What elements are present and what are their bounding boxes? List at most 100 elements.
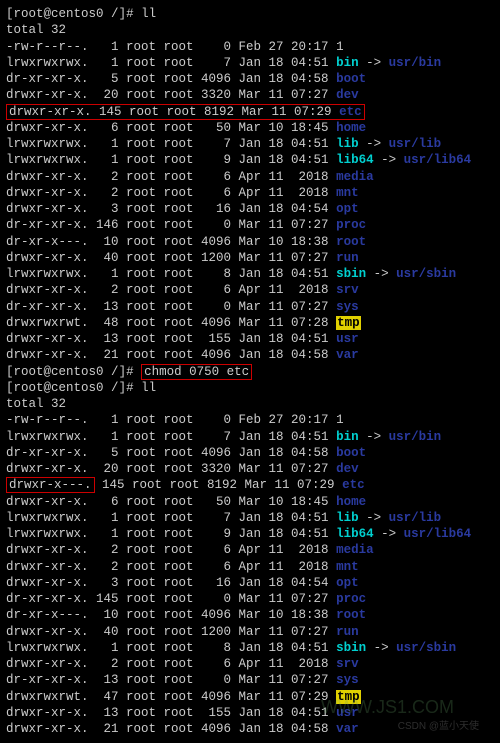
ls-row: drwxr-xr-x. 21 root root 4096 Jan 18 04:… <box>6 347 494 363</box>
filename: srv <box>336 657 359 671</box>
filename: lib64 <box>336 153 374 167</box>
perm: lrwxrwxrwx. <box>6 527 89 541</box>
meta: 1 root root 9 Jan 18 04:51 <box>89 527 337 541</box>
ls-row: dr-xr-x---. 10 root root 4096 Mar 10 18:… <box>6 234 494 250</box>
ls-row: drwxr-xr-x. 20 root root 3320 Mar 11 07:… <box>6 461 494 477</box>
ls-row: drwxr-xr-x. 20 root root 3320 Mar 11 07:… <box>6 87 494 103</box>
filename: var <box>336 348 359 362</box>
perm: drwxr-xr-x. <box>6 722 89 736</box>
ls-row: lrwxrwxrwx. 1 root root 8 Jan 18 04:51 s… <box>6 640 494 656</box>
meta: 1 root root 7 Jan 18 04:51 <box>89 137 337 151</box>
ls-row: drwxr-xr-x. 13 root root 155 Jan 18 04:5… <box>6 705 494 721</box>
perm: dr-xr-x---. <box>6 235 89 249</box>
ls-row: drwxr-xr-x. 2 root root 6 Apr 11 2018 mn… <box>6 185 494 201</box>
perm: drwxr-xr-x. <box>6 170 89 184</box>
filename: root <box>336 608 366 622</box>
ls-row: drwxr-xr-x. 2 root root 6 Apr 11 2018 mn… <box>6 559 494 575</box>
user-host: root@centos0 <box>14 7 104 21</box>
prompt-line-3: [root@centos0 /]# ll <box>6 380 494 396</box>
filename: dev <box>336 88 359 102</box>
ls-row: lrwxrwxrwx. 1 root root 9 Jan 18 04:51 l… <box>6 152 494 168</box>
ls-row: dr-xr-xr-x. 5 root root 4096 Jan 18 04:5… <box>6 71 494 87</box>
perm: drwxr-xr-x. <box>6 625 89 639</box>
filename: sys <box>336 300 359 314</box>
filename: lib64 <box>336 527 374 541</box>
arrow: -> <box>366 641 396 655</box>
filename: tmp <box>336 316 361 330</box>
link-target: usr/sbin <box>396 641 456 655</box>
meta: 6 root root 50 Mar 10 18:45 <box>89 495 337 509</box>
command-ll-2: ll <box>141 381 156 395</box>
ls-row: drwxr-xr-x. 2 root root 6 Apr 11 2018 sr… <box>6 656 494 672</box>
ls-row: drwxr-xr-x. 6 root root 50 Mar 10 18:45 … <box>6 494 494 510</box>
filename: proc <box>336 218 366 232</box>
perm: dr-xr-xr-x. <box>6 592 89 606</box>
perm: drwxr-xr-x. <box>6 202 89 216</box>
meta: 13 root root 155 Jan 18 04:51 <box>89 706 337 720</box>
meta: 1 root root 0 Feb 27 20:17 <box>89 40 337 54</box>
ls-row: dr-xr-xr-x. 13 root root 0 Mar 11 07:27 … <box>6 672 494 688</box>
arrow: -> <box>359 56 389 70</box>
meta: 2 root root 6 Apr 11 2018 <box>89 560 337 574</box>
ls-row: dr-xr-xr-x. 13 root root 0 Mar 11 07:27 … <box>6 299 494 315</box>
meta: 1 root root 7 Jan 18 04:51 <box>89 56 337 70</box>
total-line-2: total 32 <box>6 396 494 412</box>
highlight-box: drwxr-x---. <box>6 477 95 493</box>
ls-row: drwxr-xr-x. 21 root root 4096 Jan 18 04:… <box>6 721 494 737</box>
meta: 146 root root 0 Mar 11 07:27 <box>89 218 337 232</box>
link-target: usr/bin <box>389 430 442 444</box>
meta: 145 root root 8192 Mar 11 07:29 <box>95 478 343 492</box>
arrow: -> <box>366 267 396 281</box>
filename: var <box>336 722 359 736</box>
meta: 145 root root 0 Mar 11 07:27 <box>89 592 337 606</box>
meta: 1 root root 8 Jan 18 04:51 <box>89 267 337 281</box>
filename: home <box>336 495 366 509</box>
meta: 1 root root 9 Jan 18 04:51 <box>89 153 337 167</box>
meta: 2 root root 6 Apr 11 2018 <box>89 186 337 200</box>
ls-row: dr-xr-xr-x. 5 root root 4096 Jan 18 04:5… <box>6 445 494 461</box>
filename: sys <box>336 673 359 687</box>
terminal[interactable]: [root@centos0 /]# ll total 32 -rw-r--r--… <box>6 6 494 737</box>
perm: drwxr-xr-x. <box>6 348 89 362</box>
perm: lrwxrwxrwx. <box>6 137 89 151</box>
link-target: usr/lib <box>389 137 442 151</box>
meta: 2 root root 6 Apr 11 2018 <box>89 657 337 671</box>
ls-row: drwxr-xr-x. 6 root root 50 Mar 10 18:45 … <box>6 120 494 136</box>
link-target: usr/lib64 <box>404 527 472 541</box>
filename: usr <box>336 706 359 720</box>
ls-row: drwxr-xr-x. 3 root root 16 Jan 18 04:54 … <box>6 201 494 217</box>
total-line: total 32 <box>6 22 494 38</box>
meta: 48 root root 4096 Mar 11 07:28 <box>89 316 337 330</box>
meta: 13 root root 0 Mar 11 07:27 <box>89 673 337 687</box>
arrow: -> <box>374 527 404 541</box>
ls-row: dr-xr-xr-x. 146 root root 0 Mar 11 07:27… <box>6 217 494 233</box>
perm: -rw-r--r--. <box>6 413 89 427</box>
filename: media <box>336 543 374 557</box>
meta: 10 root root 4096 Mar 10 18:38 <box>89 235 337 249</box>
filename: lib <box>336 511 359 525</box>
perm: lrwxrwxrwx. <box>6 153 89 167</box>
arrow: -> <box>374 153 404 167</box>
link-target: usr/bin <box>389 56 442 70</box>
ls-row: drwxr-xr-x. 145 root root 8192 Mar 11 07… <box>6 104 494 120</box>
ls-row: drwxr-xr-x. 2 root root 6 Apr 11 2018 me… <box>6 169 494 185</box>
ls-row: drwxrwxrwt. 48 root root 4096 Mar 11 07:… <box>6 315 494 331</box>
meta: 10 root root 4096 Mar 10 18:38 <box>89 608 337 622</box>
meta: 6 root root 50 Mar 10 18:45 <box>89 121 337 135</box>
perm: dr-xr-xr-x. <box>6 300 89 314</box>
link-target: usr/lib64 <box>404 153 472 167</box>
perm: drwxr-xr-x. <box>9 105 92 119</box>
ls-row: lrwxrwxrwx. 1 root root 8 Jan 18 04:51 s… <box>6 266 494 282</box>
filename: proc <box>336 592 366 606</box>
meta: 2 root root 6 Apr 11 2018 <box>89 283 337 297</box>
filename: mnt <box>336 186 359 200</box>
ls-row: -rw-r--r--. 1 root root 0 Feb 27 20:17 1 <box>6 39 494 55</box>
highlight-box: drwxr-xr-x. 145 root root 8192 Mar 11 07… <box>6 104 365 120</box>
filename: 1 <box>336 413 344 427</box>
filename: bin <box>336 430 359 444</box>
command-ll: ll <box>141 7 156 21</box>
meta: 2 root root 6 Apr 11 2018 <box>89 170 337 184</box>
meta: 13 root root 0 Mar 11 07:27 <box>89 300 337 314</box>
perm: dr-xr-xr-x. <box>6 446 89 460</box>
ls-row: lrwxrwxrwx. 1 root root 7 Jan 18 04:51 b… <box>6 429 494 445</box>
